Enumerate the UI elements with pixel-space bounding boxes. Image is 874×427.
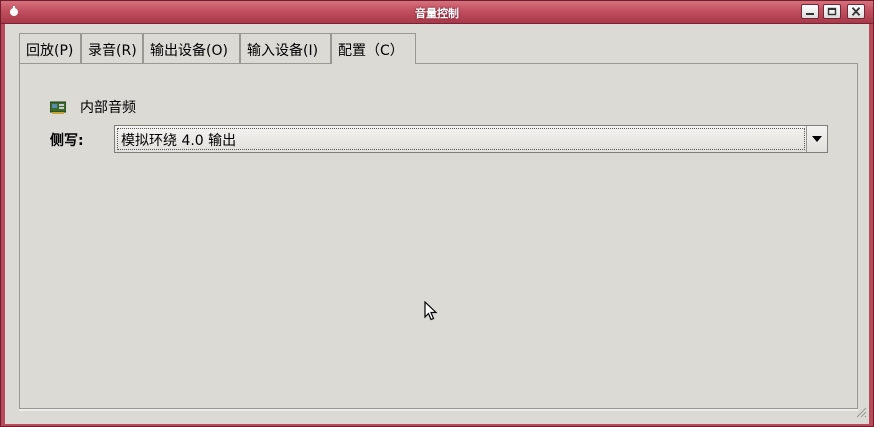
minimize-button[interactable] bbox=[801, 4, 819, 19]
chevron-down-icon bbox=[812, 136, 822, 142]
resize-grip[interactable] bbox=[855, 403, 867, 422]
profile-label: 侧写: bbox=[50, 133, 84, 149]
window-title: 音量控制 bbox=[415, 7, 459, 20]
tab-input-devices-label: 输入设备(I) bbox=[247, 43, 319, 59]
title-bar[interactable]: 音量控制 bbox=[1, 1, 873, 24]
client-area: 回放(P) 录音(R) 输出设备(O) 输入设备(I) 配置（C） 内部音频 侧… bbox=[5, 24, 869, 424]
tab-output-devices[interactable]: 输出设备(O) bbox=[143, 33, 240, 63]
tab-playback-label: 回放(P) bbox=[26, 43, 74, 59]
tab-playback[interactable]: 回放(P) bbox=[19, 33, 81, 63]
tab-configuration-label: 配置（C） bbox=[338, 43, 404, 59]
tab-output-devices-label: 输出设备(O) bbox=[150, 43, 228, 59]
close-icon bbox=[851, 7, 861, 16]
maximize-icon bbox=[827, 7, 837, 16]
maximize-button[interactable] bbox=[823, 4, 841, 19]
panel-bottom-edge bbox=[19, 409, 858, 411]
volume-control-window: 音量控制 回放(P) 录音(R) 输出设备(O) 输入设备(I) 配置（C） 内… bbox=[0, 0, 874, 427]
tab-recording[interactable]: 录音(R) bbox=[81, 33, 143, 63]
sound-card-icon bbox=[49, 99, 67, 114]
tab-input-devices[interactable]: 输入设备(I) bbox=[240, 33, 331, 63]
minimize-icon bbox=[806, 13, 814, 15]
tab-configuration[interactable]: 配置（C） bbox=[331, 33, 416, 64]
profile-dropdown[interactable]: 模拟环绕 4.0 输出 bbox=[114, 125, 828, 153]
dropdown-arrow-button[interactable] bbox=[806, 126, 827, 152]
mouse-cursor bbox=[424, 300, 438, 325]
profile-dropdown-value: 模拟环绕 4.0 输出 bbox=[121, 133, 237, 149]
tab-recording-label: 录音(R) bbox=[88, 43, 137, 59]
close-button[interactable] bbox=[847, 4, 865, 19]
configuration-panel: 内部音频 侧写: 模拟环绕 4.0 输出 bbox=[19, 63, 858, 409]
device-label: 内部音频 bbox=[80, 100, 136, 116]
